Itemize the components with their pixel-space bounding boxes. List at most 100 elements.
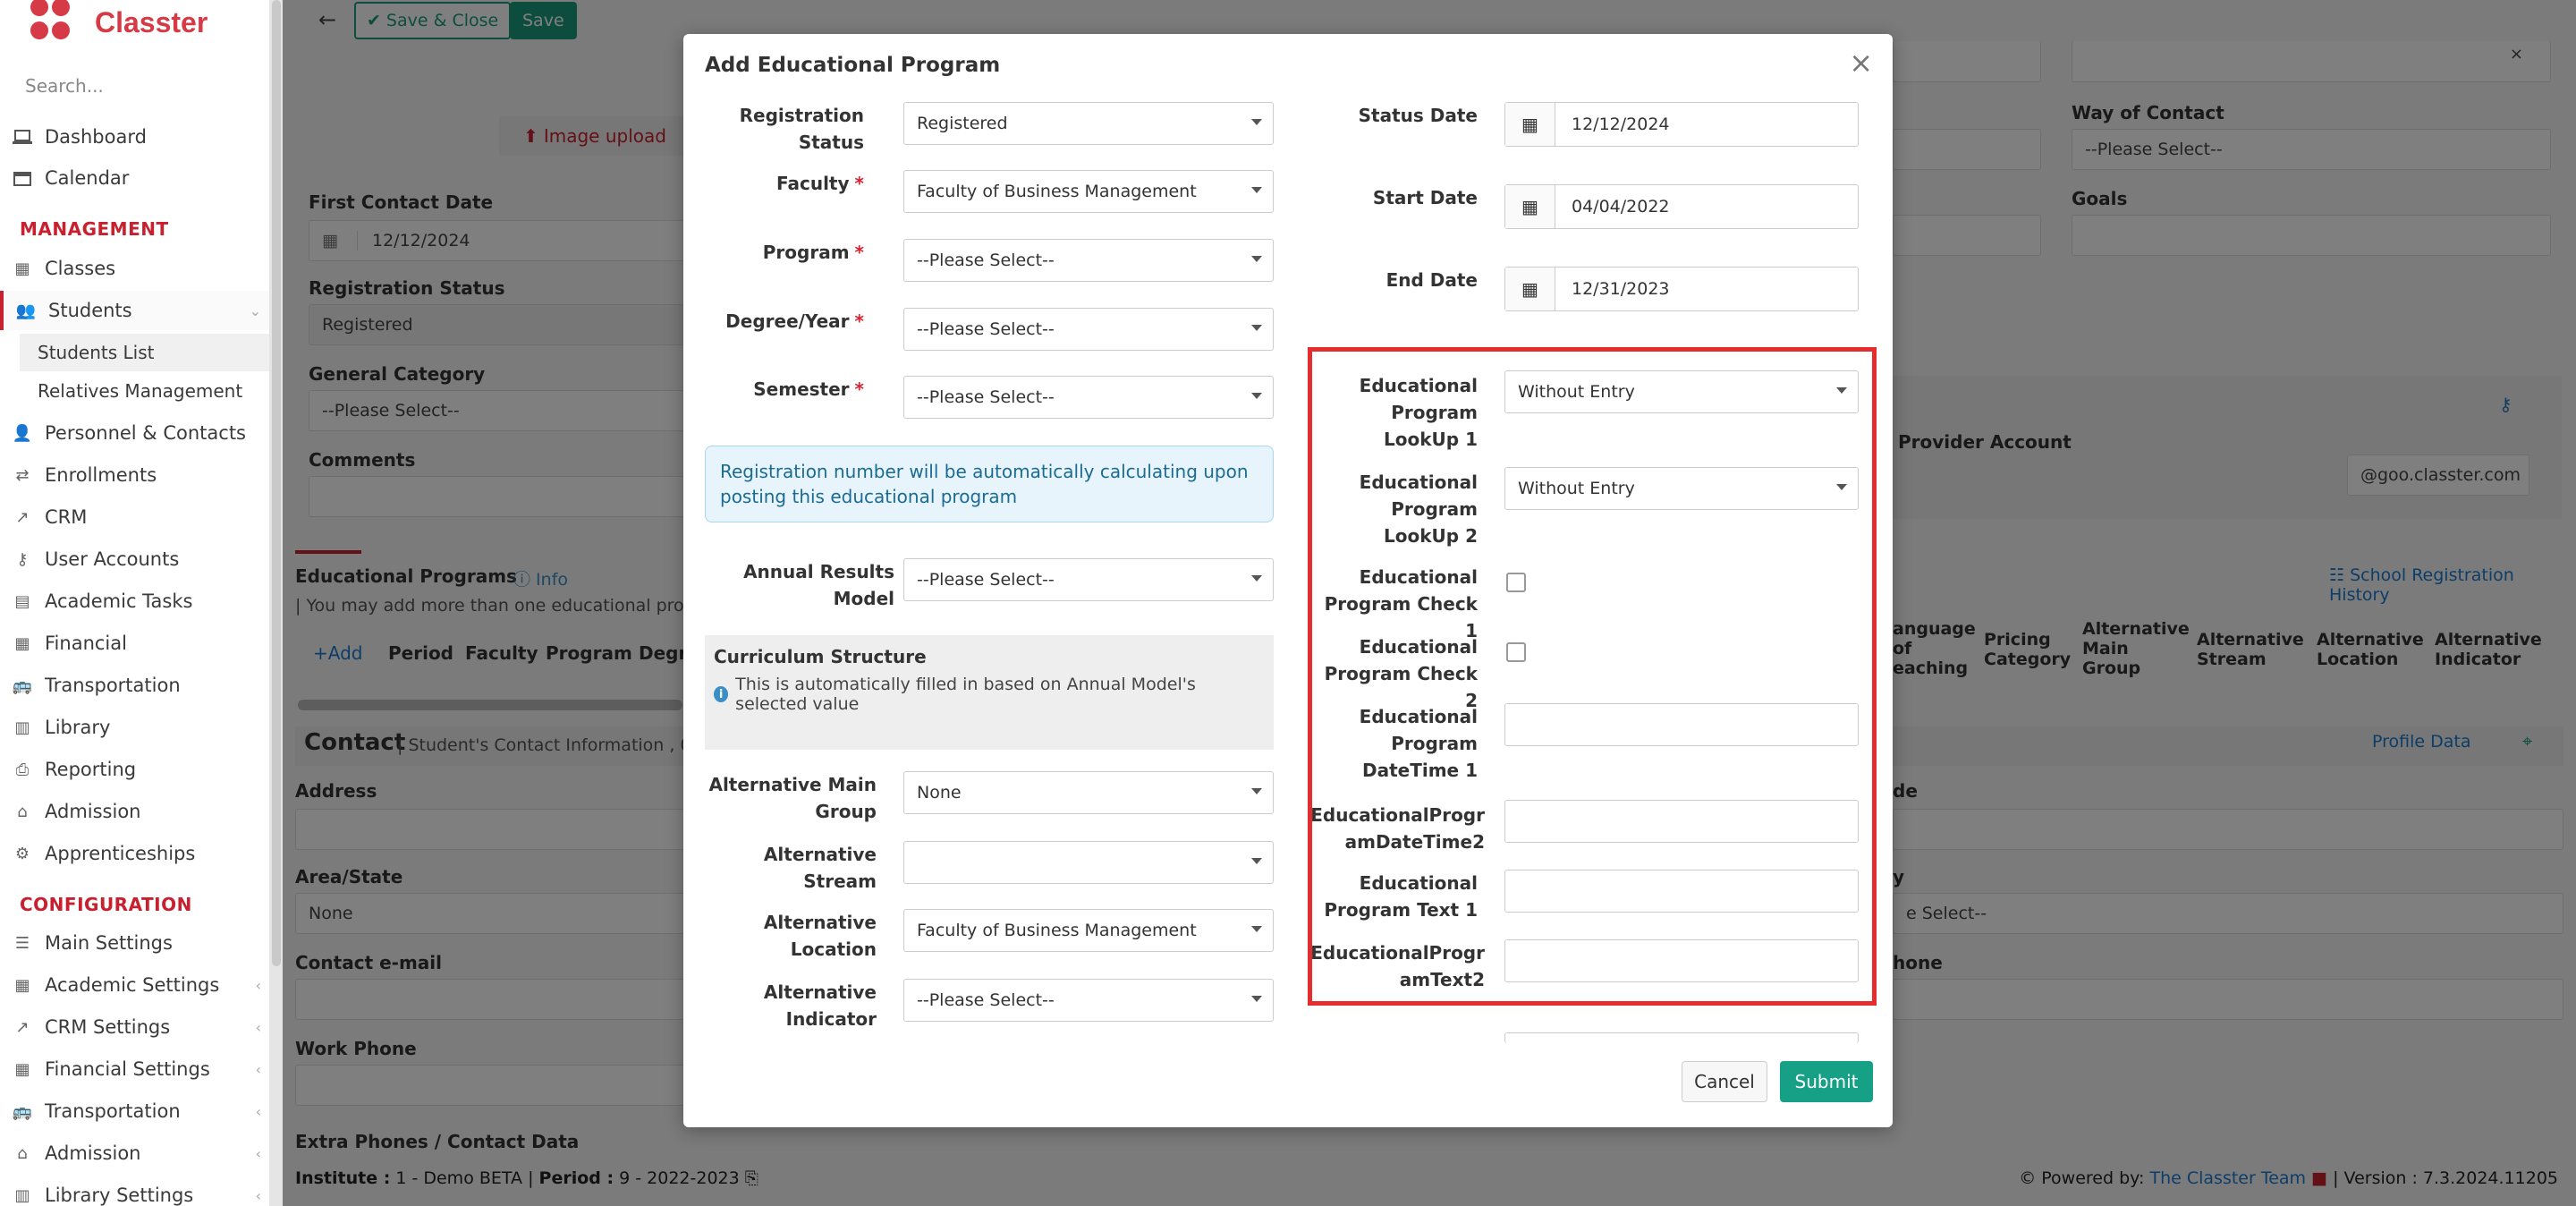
sidebar-subitem-students-list[interactable]: Students List xyxy=(20,334,269,371)
institution-icon: ⌂ xyxy=(17,1143,28,1163)
alt-main-group-select[interactable]: None xyxy=(903,771,1274,814)
sidebar-item-students[interactable]: 👥 Students ⌄ xyxy=(0,291,269,330)
sidebar-item-library-settings[interactable]: ▥ Library Settings ‹ xyxy=(0,1176,269,1206)
status-date-field[interactable]: ▦ 12/12/2024 xyxy=(1504,102,1859,147)
sidebar-search-input[interactable]: Search... xyxy=(25,75,104,97)
caret-down-icon xyxy=(1251,393,1262,399)
close-icon[interactable]: × xyxy=(1849,48,1873,77)
degree-label-text: Degree/Year xyxy=(725,310,850,332)
sidebar-item-admission[interactable]: ⌂ Admission xyxy=(0,792,269,831)
highlight-box xyxy=(1308,347,1877,1006)
calendar-icon[interactable]: ▦ xyxy=(1505,185,1555,228)
sidebar-item-label: Financial Settings xyxy=(45,1058,210,1080)
faculty-label-text: Faculty xyxy=(775,173,850,194)
required-marker: * xyxy=(854,242,864,263)
alt-location-select[interactable]: Faculty of Business Management xyxy=(903,909,1274,952)
submit-button[interactable]: Submit xyxy=(1780,1061,1873,1102)
next-field-partial[interactable] xyxy=(1504,1032,1859,1043)
sidebar-item-label: Dashboard xyxy=(45,126,147,148)
status-date-value: 12/12/2024 xyxy=(1572,115,1670,134)
sidebar-item-reporting[interactable]: ⎙ Reporting xyxy=(0,750,269,789)
sidebar-item-calendar[interactable]: Calendar xyxy=(0,158,269,198)
semester-select[interactable]: --Please Select-- xyxy=(903,376,1274,419)
caret-down-icon xyxy=(1251,788,1262,794)
alt-stream-select[interactable] xyxy=(903,841,1274,884)
registration-status-select[interactable]: Registered xyxy=(903,102,1274,145)
grid-icon: ▦ xyxy=(14,975,30,995)
user-tie-icon: 👤 xyxy=(12,423,33,443)
chevron-left-icon: ‹ xyxy=(255,1186,261,1204)
bus-icon: 🚌 xyxy=(12,1101,33,1121)
curriculum-title: Curriculum Structure xyxy=(714,646,927,667)
table-icon: ▦ xyxy=(14,1059,30,1079)
sidebar-item-label: Apprenticeships xyxy=(45,843,196,864)
sidebar-item-transportation[interactable]: 🚌 Transportation xyxy=(0,666,269,705)
sidebar-item-admission-settings[interactable]: ⌂ Admission ‹ xyxy=(0,1134,269,1173)
section-management: MANAGEMENT xyxy=(20,218,169,240)
chart-line-icon: ↗ xyxy=(15,507,30,527)
sidebar-item-label: Academic Settings xyxy=(45,974,220,996)
sidebar-item-label: CRM Settings xyxy=(45,1016,171,1038)
sidebar-item-academic-settings[interactable]: ▦ Academic Settings ‹ xyxy=(0,965,269,1005)
faculty-select[interactable]: Faculty of Business Management xyxy=(903,170,1274,213)
sidebar-item-dashboard[interactable]: Dashboard xyxy=(0,117,269,157)
cancel-button[interactable]: Cancel xyxy=(1682,1061,1767,1102)
caret-down-icon xyxy=(1251,858,1262,864)
sidebar-item-financial[interactable]: ▦ Financial xyxy=(0,624,269,663)
sidebar-item-crm-settings[interactable]: ↗ CRM Settings ‹ xyxy=(0,1007,269,1047)
section-configuration: CONFIGURATION xyxy=(20,894,192,915)
sidebar-subitem-relatives[interactable]: Relatives Management xyxy=(20,372,269,410)
alt-indicator-select[interactable]: --Please Select-- xyxy=(903,979,1274,1022)
sidebar-item-apprenticeships[interactable]: ⚙ Apprenticeships xyxy=(0,834,269,873)
sidebar-item-enrollments[interactable]: ⇄ Enrollments xyxy=(0,455,269,495)
bus-icon: 🚌 xyxy=(12,675,33,695)
sidebar-item-transportation-settings[interactable]: 🚌 Transportation ‹ xyxy=(0,1091,269,1131)
key-icon: ⚷ xyxy=(16,549,29,569)
sidebar-item-label: Enrollments xyxy=(45,464,157,486)
start-date-label: Start Date xyxy=(1372,187,1478,208)
alt-location-value: Faculty of Business Management xyxy=(917,921,1197,940)
degree-year-select[interactable]: --Please Select-- xyxy=(903,308,1274,351)
add-educational-program-dialog: Add Educational Program × Registration S… xyxy=(683,34,1893,1127)
registration-number-info: Registration number will be automaticall… xyxy=(705,446,1274,522)
caret-down-icon xyxy=(1251,575,1262,582)
sidebar-item-classes[interactable]: ▦ Classes xyxy=(0,249,269,288)
sidebar-item-label: Personnel & Contacts xyxy=(45,422,247,444)
degree-value: --Please Select-- xyxy=(917,319,1055,339)
chevron-left-icon: ‹ xyxy=(255,1060,261,1078)
sidebar-item-user-accounts[interactable]: ⚷ User Accounts xyxy=(0,539,269,579)
annual-results-model-select[interactable]: --Please Select-- xyxy=(903,558,1274,601)
sidebar-item-personnel[interactable]: 👤 Personnel & Contacts xyxy=(0,413,269,453)
caret-down-icon xyxy=(1251,996,1262,1002)
registration-status-value: Registered xyxy=(917,114,1008,133)
sidebar-item-crm[interactable]: ↗ CRM xyxy=(0,497,269,537)
status-date-label: Status Date xyxy=(1358,105,1478,126)
sidebar-item-label: CRM xyxy=(45,506,88,528)
program-select[interactable]: --Please Select-- xyxy=(903,239,1274,282)
calendar-icon[interactable]: ▦ xyxy=(1505,103,1555,146)
alt-indicator-value: --Please Select-- xyxy=(917,990,1055,1010)
required-marker: * xyxy=(854,310,864,332)
laptop-icon xyxy=(13,129,32,145)
registration-status-label: Registration Status xyxy=(739,105,864,153)
sidebar-item-library[interactable]: ▥ Library xyxy=(0,708,269,747)
calendar-icon xyxy=(13,170,32,186)
sidebar-item-label: Transportation xyxy=(45,1100,181,1122)
sidebar-item-label: Classes xyxy=(45,258,116,279)
sidebar-item-label: Library xyxy=(45,717,111,738)
sidebar-scrollbar[interactable] xyxy=(270,0,283,1206)
end-date-field[interactable]: ▦ 12/31/2023 xyxy=(1504,267,1859,311)
info-icon: i xyxy=(714,686,729,702)
degree-year-label: Degree/Year * xyxy=(701,308,864,335)
calendar-icon[interactable]: ▦ xyxy=(1505,268,1555,310)
sidebar-item-academic-tasks[interactable]: ▤ Academic Tasks xyxy=(0,582,269,621)
sidebar-item-label: Admission xyxy=(45,801,141,822)
sidebar-item-main-settings[interactable]: ☰ Main Settings xyxy=(0,923,269,963)
program-value: --Please Select-- xyxy=(917,251,1055,270)
program-label-text: Program xyxy=(762,242,850,263)
sidebar-item-label: Academic Tasks xyxy=(45,590,193,612)
sidebar-item-financial-settings[interactable]: ▦ Financial Settings ‹ xyxy=(0,1049,269,1089)
annual-results-value: --Please Select-- xyxy=(917,570,1055,590)
app-logo[interactable]: Classter xyxy=(25,0,208,45)
start-date-field[interactable]: ▦ 04/04/2022 xyxy=(1504,184,1859,229)
